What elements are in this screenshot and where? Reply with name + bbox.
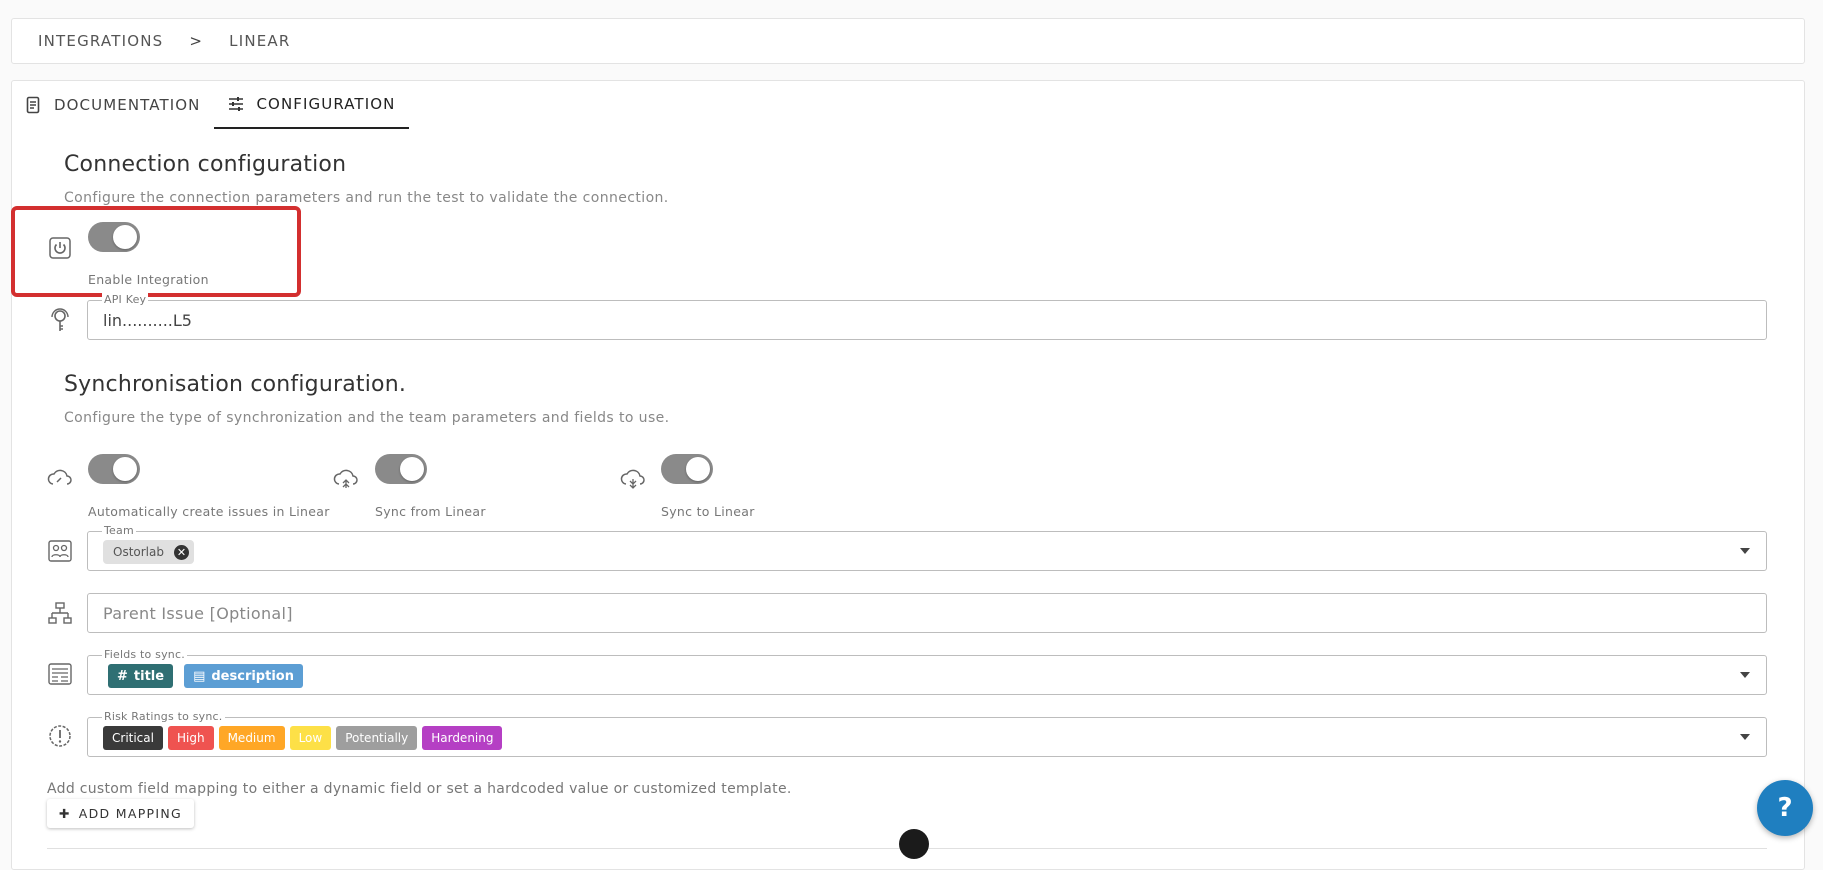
risk-legend: Risk Ratings to sync. (102, 710, 225, 723)
team-icon (47, 538, 73, 564)
fields-icon (47, 661, 73, 687)
sync-subtitle: Configure the type of synchronization an… (64, 410, 670, 426)
fields-legend: Fields to sync. (102, 648, 187, 661)
auto-create-label: Automatically create issues in Linear (88, 504, 330, 519)
fields-chips: # title ▤ description (108, 664, 303, 688)
text-icon: ▤ (193, 668, 206, 684)
auto-create-toggle[interactable] (88, 454, 140, 484)
risk-chip-medium: Medium (218, 726, 285, 750)
breadcrumb-root[interactable]: INTEGRATIONS (38, 32, 163, 50)
connection-title: Connection configuration (64, 152, 347, 177)
risk-chip-potentially: Potentially (336, 726, 418, 750)
team-legend: Team (102, 524, 136, 537)
sync-to-linear-toggle[interactable] (661, 454, 713, 484)
cloud-download-icon (620, 466, 646, 492)
highlight-box (11, 206, 301, 297)
cloud-link-icon (47, 466, 73, 492)
tab-configuration-label: CONFIGURATION (256, 95, 396, 113)
toggle-knob (400, 457, 424, 481)
tab-configuration[interactable]: CONFIGURATION (214, 81, 410, 129)
risk-chip-low: Low (289, 726, 332, 750)
cloud-upload-icon (333, 466, 359, 492)
field-chip-title-label: title (133, 668, 165, 684)
parent-issue-placeholder: Parent Issue [Optional] (103, 604, 293, 623)
team-chip-label: Ostorlab (113, 545, 164, 559)
logo-icon (899, 829, 929, 859)
toggle-knob (686, 457, 710, 481)
api-key-value: lin..........L5 (103, 311, 192, 330)
connection-subtitle: Configure the connection parameters and … (64, 190, 669, 206)
toggle-knob (113, 457, 137, 481)
sliders-icon (229, 97, 244, 111)
field-chip-description: ▤ description (184, 664, 303, 688)
breadcrumb: INTEGRATIONS > LINEAR (11, 18, 1805, 64)
hash-icon: # (117, 668, 128, 684)
api-key-field[interactable]: API Key lin..........L5 (87, 293, 1767, 340)
add-mapping-label: ADD MAPPING (78, 806, 182, 821)
risk-chips: Critical High Medium Low Potentially Har… (103, 726, 503, 750)
risk-chip-critical: Critical (103, 726, 163, 750)
risk-chip-high: High (167, 726, 214, 750)
chevron-down-icon[interactable] (1740, 548, 1750, 554)
team-chip: Ostorlab ✕ (103, 540, 194, 564)
sync-from-linear-label: Sync from Linear (375, 504, 486, 519)
chevron-down-icon[interactable] (1740, 672, 1750, 678)
hierarchy-icon (47, 600, 73, 626)
close-icon[interactable]: ✕ (173, 544, 189, 560)
help-button[interactable]: ? (1757, 780, 1813, 836)
document-icon (26, 96, 40, 114)
tab-documentation-label: DOCUMENTATION (54, 96, 201, 114)
plus-icon: ✚ (59, 806, 71, 821)
sync-to-linear-label: Sync to Linear (661, 504, 755, 519)
sync-title: Synchronisation configuration. (64, 372, 407, 397)
team-chips: Ostorlab ✕ (103, 540, 194, 564)
sync-from-linear-toggle[interactable] (375, 454, 427, 484)
field-chip-description-label: description (211, 668, 294, 684)
chevron-down-icon[interactable] (1740, 734, 1750, 740)
add-mapping-button[interactable]: ✚ ADD MAPPING (47, 799, 194, 828)
breadcrumb-separator: > (189, 32, 204, 50)
mapping-description: Add custom field mapping to either a dyn… (47, 781, 792, 797)
api-key-legend: API Key (102, 293, 149, 306)
team-select[interactable]: Team Ostorlab ✕ (87, 524, 1767, 571)
parent-issue-field[interactable]: Parent Issue [Optional] (87, 593, 1767, 633)
alert-icon (47, 723, 73, 749)
field-chip-title: # title (108, 664, 174, 688)
tab-documentation[interactable]: DOCUMENTATION (12, 81, 214, 129)
risk-ratings-select[interactable]: Risk Ratings to sync. Critical High Medi… (87, 710, 1767, 757)
tab-bar: DOCUMENTATION CONFIGURATION (12, 81, 410, 129)
fields-to-sync-select[interactable]: Fields to sync. # title ▤ description (87, 648, 1767, 695)
risk-chip-hardening: Hardening (422, 726, 503, 750)
key-icon (47, 307, 73, 333)
breadcrumb-current: LINEAR (229, 32, 291, 50)
